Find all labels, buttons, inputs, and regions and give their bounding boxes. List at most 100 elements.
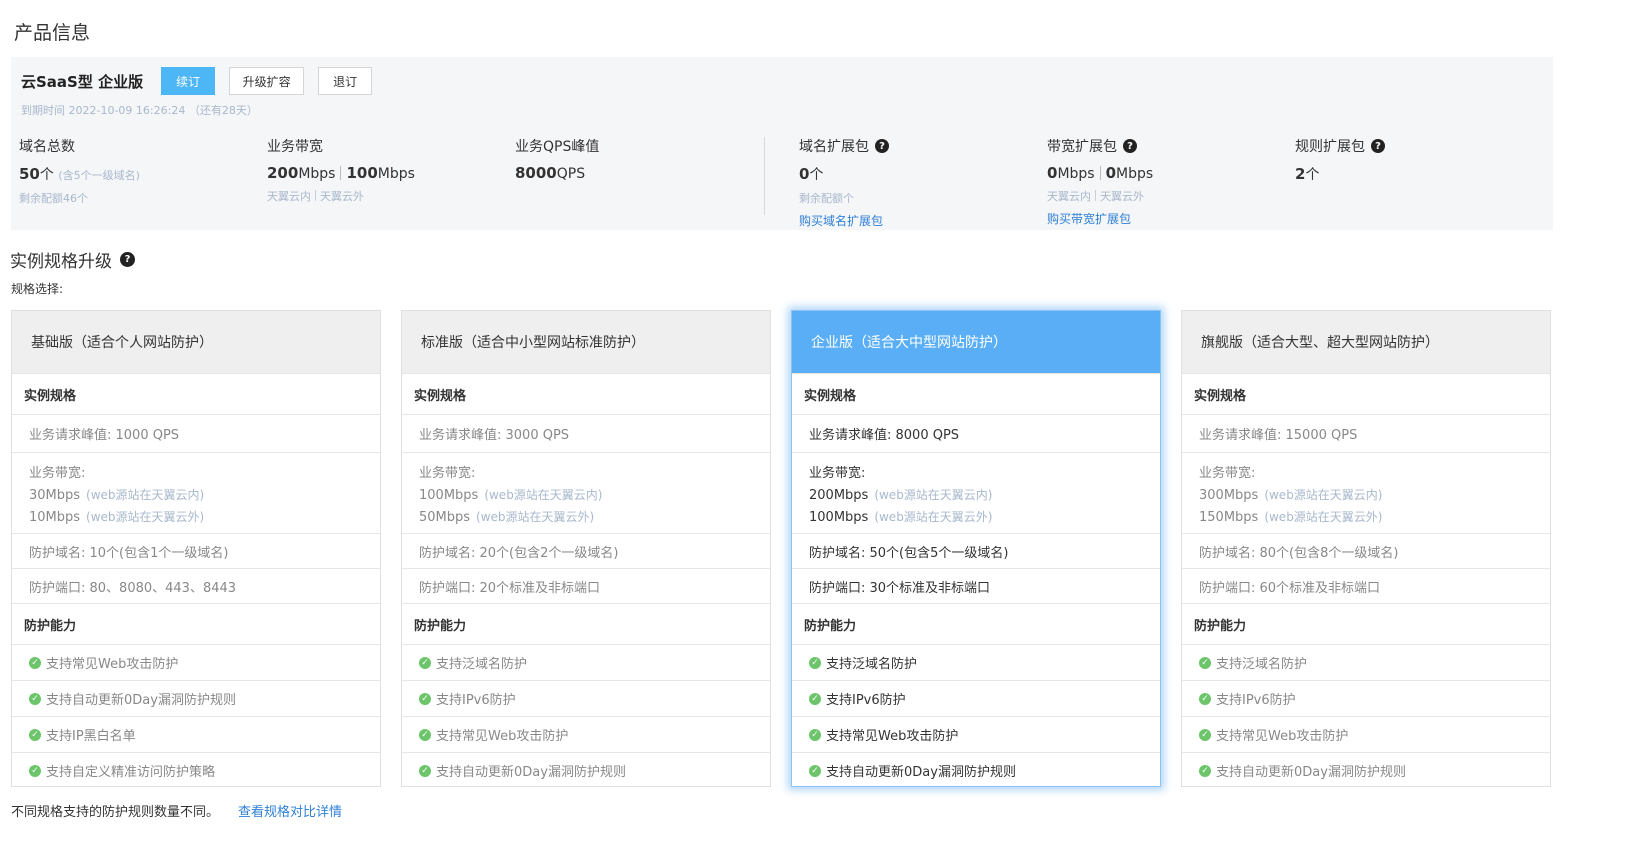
plan-feature: ✓ 支持自动更新0Day漏洞防护规则: [792, 752, 1160, 786]
check-circle-icon: ✓: [1199, 656, 1211, 669]
bandwidth-in: 300Mbps: [1199, 487, 1259, 503]
bandwidth-label: 业务带宽:: [1199, 465, 1256, 481]
group-protect: 防护能力: [1182, 603, 1550, 644]
plan-domains: 防护域名: 10个(包含1个一级域名): [12, 533, 380, 568]
vertical-divider: [764, 137, 765, 215]
metric-sub-in: 天翼云内: [267, 190, 311, 203]
plan-feature: ✓ 支持自动更新0Day漏洞防护规则: [12, 680, 380, 716]
metric-value: 8000: [515, 164, 557, 182]
bandwidth-out: 150Mbps: [1199, 509, 1259, 525]
cloud-out-note: (web源站在天翼云外): [86, 509, 205, 524]
metric-sub-in: 天翼云内: [1047, 190, 1091, 203]
metric-qps: 业务QPS峰值 8000QPS: [515, 136, 599, 182]
help-icon[interactable]: ?: [1371, 139, 1385, 153]
plan-domains: 防护域名: 50个(包含5个一级域名): [792, 533, 1160, 568]
plan-title[interactable]: 企业版（适合大中型网站防护）: [792, 311, 1160, 373]
feature-text: 支持自动更新0Day漏洞防护规则: [826, 765, 1016, 780]
check-circle-icon: ✓: [1199, 728, 1211, 741]
plan-feature: ✓ 支持IPv6防护: [1182, 680, 1550, 716]
plan-card[interactable]: 标准版（适合中小型网站标准防护） 实例规格 业务请求峰值: 3000 QPS 业务带…: [401, 310, 771, 787]
plan-ports: 防护端口: 20个标准及非标端口: [402, 568, 770, 603]
buy-domain-pack-link[interactable]: 购买域名扩展包: [799, 212, 889, 229]
plan-domains: 防护域名: 20个(包含2个一级域名): [402, 533, 770, 568]
check-circle-icon: ✓: [809, 656, 821, 669]
plan-feature: ✓ 支持自动更新0Day漏洞防护规则: [1182, 752, 1550, 786]
plan-feature: ✓ 支持泛域名防护: [1182, 644, 1550, 680]
group-protect: 防护能力: [792, 603, 1160, 644]
metric-domain-total: 域名总数 50个 (含5个一级域名) 剩余配额46个: [19, 136, 140, 206]
feature-text: 支持泛域名防护: [826, 657, 918, 672]
plan-domains: 防护域名: 80个(包含8个一级域名): [1182, 533, 1550, 568]
metric-unit: 个: [809, 167, 824, 183]
feature-text: 支持IP黑白名单: [46, 729, 136, 744]
metric-sub-out: 天翼云外: [1100, 190, 1144, 203]
feature-text: 支持IPv6防护: [1216, 693, 1296, 708]
plan-ports: 防护端口: 30个标准及非标端口: [792, 568, 1160, 603]
upgrade-button[interactable]: 升级扩容: [229, 67, 305, 95]
metric-unit: Mbps: [298, 166, 336, 182]
feature-text: 支持常见Web攻击防护: [436, 729, 569, 744]
metric-value-in: 200: [267, 164, 299, 182]
check-circle-icon: ✓: [809, 692, 821, 705]
compare-specs-link[interactable]: 查看规格对比详情: [238, 801, 342, 820]
check-circle-icon: ✓: [809, 764, 821, 777]
plan-feature: ✓ 支持自动更新0Day漏洞防护规则: [402, 752, 770, 786]
divider: [340, 166, 342, 180]
plan-feature: ✓ 支持常见Web攻击防护: [1182, 716, 1550, 752]
group-protect: 防护能力: [12, 603, 380, 644]
help-icon[interactable]: ?: [1123, 139, 1137, 153]
plan-card[interactable]: 基础版（适合个人网站防护） 实例规格 业务请求峰值: 1000 QPS 业务带宽: …: [11, 310, 381, 787]
section-title: 实例规格升级 ?: [10, 247, 135, 272]
plan-title[interactable]: 旗舰版（适合大型、超大型网站防护）: [1182, 311, 1550, 373]
spec-select-label: 规格选择:: [11, 282, 64, 296]
divider: [315, 190, 316, 201]
metric-label: 业务带宽: [267, 139, 323, 155]
metric-unit: Mbps: [1116, 166, 1154, 182]
metric-label: 带宽扩展包: [1047, 139, 1117, 155]
check-circle-icon: ✓: [1199, 692, 1211, 705]
bandwidth-in: 100Mbps: [419, 487, 479, 503]
metric-unit: QPS: [556, 166, 586, 182]
feature-text: 支持常见Web攻击防护: [1216, 729, 1349, 744]
bandwidth-out: 10Mbps: [29, 509, 81, 525]
plan-card[interactable]: 企业版（适合大中型网站防护） 实例规格 业务请求峰值: 8000 QPS 业务带宽:…: [791, 310, 1161, 787]
feature-text: 支持常见Web攻击防护: [826, 729, 959, 744]
check-circle-icon: ✓: [1199, 764, 1211, 777]
page-title: 产品信息: [14, 22, 91, 44]
product-name: 云SaaS型 企业版: [21, 72, 144, 91]
plan-card[interactable]: 旗舰版（适合大型、超大型网站防护） 实例规格 业务请求峰值: 15000 QPS 业…: [1181, 310, 1551, 787]
plan-qps: 业务请求峰值: 3000 QPS: [402, 414, 770, 452]
metric-unit: Mbps: [1057, 166, 1095, 182]
plan-feature: ✓ 支持常见Web攻击防护: [402, 716, 770, 752]
plan-qps: 业务请求峰值: 15000 QPS: [1182, 414, 1550, 452]
cloud-in-note: (web源站在天翼云内): [1264, 487, 1383, 502]
metric-bandwidth: 业务带宽 200Mbps 100Mbps 天翼云内 天翼云外: [267, 136, 415, 204]
plan-ports: 防护端口: 80、8080、443、8443: [12, 568, 380, 603]
group-spec: 实例规格: [12, 373, 380, 414]
check-circle-icon: ✓: [419, 728, 431, 741]
plan-title[interactable]: 基础版（适合个人网站防护）: [12, 311, 380, 373]
bandwidth-out: 50Mbps: [419, 509, 471, 525]
plan-title[interactable]: 标准版（适合中小型网站标准防护）: [402, 311, 770, 373]
metric-unit: 个: [1305, 167, 1320, 183]
renew-button[interactable]: 续订: [161, 67, 216, 95]
check-circle-icon: ✓: [29, 692, 41, 705]
group-spec: 实例规格: [792, 373, 1160, 414]
plan-feature: ✓ 支持常见Web攻击防护: [792, 716, 1160, 752]
bandwidth-label: 业务带宽:: [419, 465, 476, 481]
help-icon[interactable]: ?: [120, 252, 135, 267]
bandwidth-label: 业务带宽:: [809, 465, 866, 481]
divider: [1099, 166, 1101, 180]
feature-text: 支持自动更新0Day漏洞防护规则: [46, 693, 236, 708]
unsubscribe-button[interactable]: 退订: [318, 67, 373, 95]
metric-value: 0: [799, 165, 810, 183]
cloud-out-note: (web源站在天翼云外): [874, 509, 993, 524]
group-protect: 防护能力: [402, 603, 770, 644]
divider: [1095, 190, 1096, 201]
help-icon[interactable]: ?: [875, 139, 889, 153]
metric-label: 规则扩展包: [1295, 139, 1365, 155]
feature-text: 支持IPv6防护: [826, 693, 906, 708]
buy-bandwidth-pack-link[interactable]: 购买带宽扩展包: [1047, 210, 1153, 227]
metric-value: 2: [1295, 165, 1306, 183]
bandwidth-in: 200Mbps: [809, 487, 869, 503]
